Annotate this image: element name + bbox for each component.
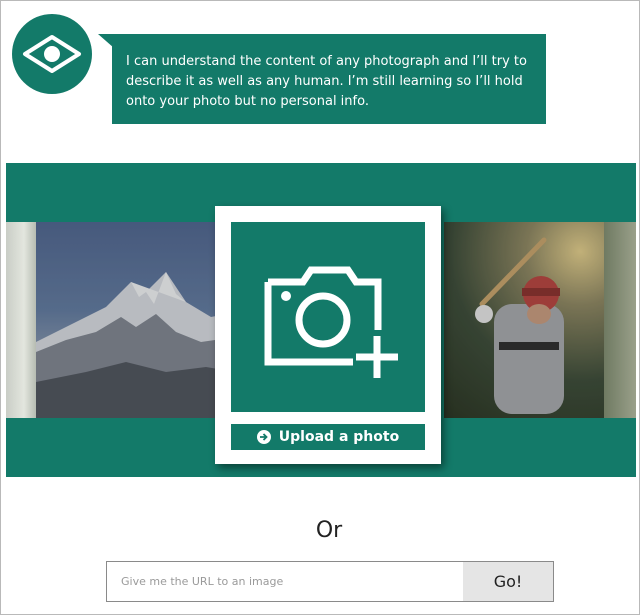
intro-speech-bubble: I can understand the content of any phot… [112,34,546,124]
camera-plus-icon [264,266,398,378]
upload-drop-area[interactable] [231,222,425,412]
url-form: Go! [106,561,554,602]
upload-photo-label: Upload a photo [278,429,400,445]
app-frame: I can understand the content of any phot… [0,0,640,615]
image-url-input[interactable] [107,562,463,601]
intro-message: I can understand the content of any phot… [126,54,527,109]
baseball-photo [444,222,604,418]
upload-card[interactable]: Upload a photo [215,206,441,464]
partial-photo-right [604,222,636,418]
eye-diamond-icon [12,14,92,94]
upload-photo-button[interactable]: Upload a photo [231,424,425,450]
arrow-right-circle-icon [256,430,271,444]
mountain-photo [36,222,236,418]
or-divider-text: Or [315,518,343,543]
partial-photo-left [6,222,36,418]
go-button[interactable]: Go! [463,562,553,601]
